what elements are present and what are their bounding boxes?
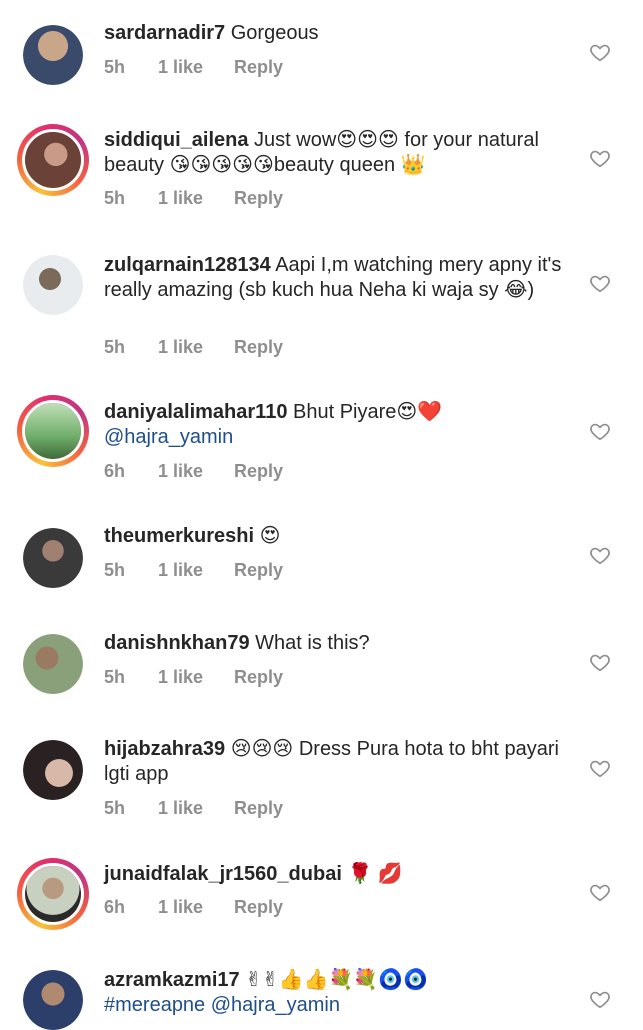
heart-icon[interactable] [589,544,611,566]
comment-username[interactable]: siddiqui_ailena [104,129,248,151]
mention-link[interactable]: @hajra_yamin [104,426,233,448]
avatar-image [23,740,83,800]
avatar-image [23,634,83,694]
comment-time: 5h [104,798,126,818]
reply-button[interactable]: Reply [234,188,283,209]
avatar[interactable] [17,395,89,467]
heart-icon[interactable] [589,41,611,63]
comment-username[interactable]: sardarnadir7 [104,22,225,44]
comment-likes[interactable]: 1 like [158,337,203,358]
comment-likes[interactable]: 1 like [158,461,203,482]
comment-likes[interactable]: 1 like [158,667,203,688]
avatar[interactable] [17,124,89,196]
heart-icon[interactable] [589,881,611,903]
avatar[interactable] [23,25,83,85]
avatar-image [23,255,83,315]
comment-likes[interactable]: 1 like [158,897,203,918]
heart-icon[interactable] [589,651,611,673]
comment-likes[interactable]: 1 like [158,560,203,581]
avatar-image [23,970,83,1030]
comment-time: 5h [104,337,126,357]
heart-icon[interactable] [589,988,611,1010]
avatar[interactable] [17,858,89,930]
comment-text: 😍 [254,525,281,547]
avatar[interactable] [23,740,83,800]
reply-button[interactable]: Reply [234,897,283,918]
reply-button[interactable]: Reply [234,461,283,482]
comment-time: 6h [104,461,126,481]
avatar[interactable] [23,970,83,1030]
comment-text: Bhut Piyare😍❤️ [287,401,443,423]
avatar-image [23,25,83,85]
avatar-image [23,528,83,588]
comment-time: 5h [104,667,126,687]
comment-username[interactable]: zulqarnain128134 [104,254,271,276]
reply-button[interactable]: Reply [234,57,283,78]
avatar-image [25,132,81,188]
avatar[interactable] [23,255,83,315]
comment-time: 5h [104,188,126,208]
comment-username[interactable]: junaidfalak_jr1560_dubai [104,863,342,885]
comment-username[interactable]: daniyalalimahar110 [104,401,287,423]
reply-button[interactable]: Reply [234,798,283,819]
comment-username[interactable]: theumerkureshi [104,525,254,547]
heart-icon[interactable] [589,147,611,169]
reply-button[interactable]: Reply [234,337,283,358]
comment-username[interactable]: danishnkhan79 [104,632,250,654]
mention-link[interactable]: #mereapne @hajra_yamin [104,994,340,1016]
comment-text: What is this? [249,632,370,654]
comment-likes[interactable]: 1 like [158,57,203,78]
comment-likes[interactable]: 1 like [158,188,203,209]
comment-text: Gorgeous [225,22,319,44]
avatar-image [25,403,81,459]
heart-icon[interactable] [589,420,611,442]
heart-icon[interactable] [589,272,611,294]
comment-likes[interactable]: 1 like [158,798,203,819]
comment-username[interactable]: hijabzahra39 [104,738,225,760]
comment-time: 5h [104,560,126,580]
avatar[interactable] [23,634,83,694]
comment-text: ✌✌👍👍💐💐🧿🧿 [239,969,429,991]
comment-text: 🌹 💋 [341,863,403,885]
comment-username[interactable]: azramkazmi17 [104,969,240,991]
avatar-image [25,866,81,922]
reply-button[interactable]: Reply [234,667,283,688]
heart-icon[interactable] [589,757,611,779]
comment-time: 6h [104,897,126,917]
comment-time: 5h [104,57,126,77]
reply-button[interactable]: Reply [234,560,283,581]
avatar[interactable] [23,528,83,588]
